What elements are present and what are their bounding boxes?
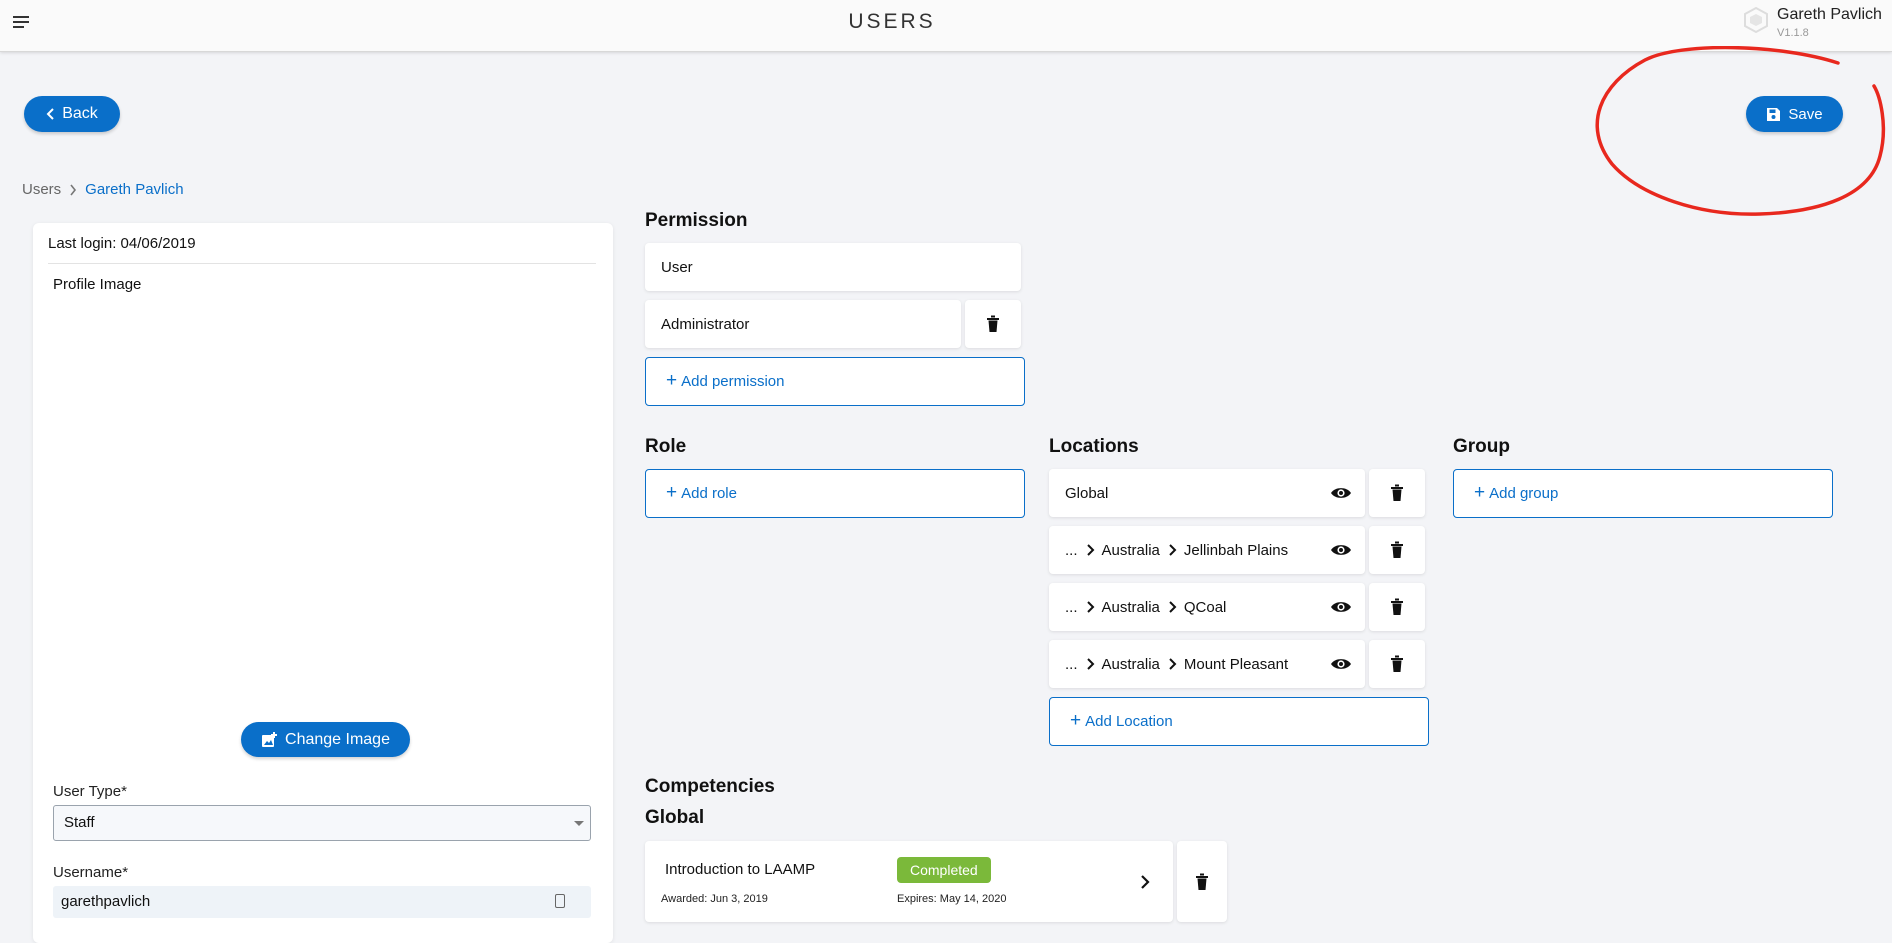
back-button-label: Back <box>62 105 98 122</box>
group-title: Group <box>1453 436 1510 457</box>
change-image-button[interactable]: Change Image <box>241 722 410 757</box>
location-item[interactable]: ... Australia Mount Pleasant <box>1049 640 1365 688</box>
add-role-label: Add role <box>681 485 737 502</box>
eye-icon[interactable] <box>1329 542 1353 558</box>
breadcrumb-users-link[interactable]: Users <box>22 181 61 198</box>
delete-location-button[interactable] <box>1369 469 1425 517</box>
change-image-label: Change Image <box>285 730 390 748</box>
delete-location-button[interactable] <box>1369 640 1425 688</box>
delete-location-button[interactable] <box>1369 583 1425 631</box>
location-path: ... Australia Mount Pleasant <box>1065 656 1329 673</box>
location-item[interactable]: Global <box>1049 469 1365 517</box>
save-icon <box>1767 107 1781 121</box>
app-logo-icon <box>1744 6 1768 34</box>
location-segment: Australia <box>1101 655 1160 673</box>
chevron-right-icon <box>1086 601 1094 613</box>
page-title: USERS <box>848 10 936 33</box>
eye-icon[interactable] <box>1329 485 1353 501</box>
last-login: Last login: 04/06/2019 <box>48 235 196 252</box>
username-value: garethpavlich <box>61 893 151 910</box>
add-permission-button[interactable]: + Add permission <box>645 357 1025 406</box>
add-location-label: Add Location <box>1085 713 1173 730</box>
competency-expires: Expires: May 14, 2020 <box>897 893 1007 905</box>
location-segment: QCoal <box>1183 598 1227 616</box>
annotation-circle <box>1595 46 1886 216</box>
permission-item[interactable]: Administrator <box>645 300 961 348</box>
location-item[interactable]: ... Australia QCoal <box>1049 583 1365 631</box>
location-segment: ... <box>1065 598 1078 616</box>
breadcrumb: Users Gareth Pavlich <box>22 181 184 198</box>
chevron-right-icon <box>1169 544 1177 556</box>
user-type-value: Staff <box>64 814 95 831</box>
plus-icon: + <box>666 482 678 503</box>
username-label: Username* <box>53 864 129 881</box>
location-segment: ... <box>1065 541 1078 559</box>
chevron-right-icon <box>70 184 77 195</box>
competency-name: Introduction to LAAMP <box>665 861 816 878</box>
back-button[interactable]: Back <box>24 96 120 132</box>
eye-icon[interactable] <box>1329 599 1353 615</box>
locations-title: Locations <box>1049 436 1139 457</box>
current-user-name[interactable]: Gareth Pavlich <box>1777 6 1882 24</box>
chevron-right-icon <box>1169 601 1177 613</box>
status-badge: Completed <box>897 857 991 883</box>
plus-icon: + <box>666 370 678 391</box>
location-path: Global <box>1065 485 1329 502</box>
breadcrumb-current[interactable]: Gareth Pavlich <box>85 181 183 198</box>
user-type-select[interactable]: Staff <box>53 805 591 841</box>
save-button[interactable]: Save <box>1746 96 1843 132</box>
location-segment: Global <box>1065 484 1109 502</box>
add-group-button[interactable]: + Add group <box>1453 469 1833 518</box>
location-segment: ... <box>1065 655 1078 673</box>
eye-icon[interactable] <box>1329 656 1353 672</box>
location-path: ... Australia QCoal <box>1065 599 1329 616</box>
plus-icon: + <box>1070 710 1082 731</box>
competencies-subtitle: Global <box>645 807 705 828</box>
permission-title: Permission <box>645 210 748 231</box>
profile-image-label: Profile Image <box>53 276 142 293</box>
role-title: Role <box>645 436 687 457</box>
trash-icon <box>1391 541 1403 558</box>
divider <box>48 263 596 264</box>
competency-card[interactable]: Introduction to LAAMP Awarded: Jun 3, 20… <box>645 841 1173 922</box>
delete-competency-button[interactable] <box>1177 841 1227 922</box>
add-photo-icon <box>262 731 278 747</box>
trash-icon <box>1391 598 1403 615</box>
trash-icon <box>1391 655 1403 672</box>
chevron-left-icon <box>46 108 54 120</box>
permission-item-label: User <box>661 258 693 276</box>
competencies-title: Competencies <box>645 776 775 797</box>
add-role-button[interactable]: + Add role <box>645 469 1025 518</box>
competency-awarded: Awarded: Jun 3, 2019 <box>661 893 768 905</box>
permission-item-label: Administrator <box>661 315 750 333</box>
dropdown-caret-icon <box>574 821 584 826</box>
location-segment: Australia <box>1101 598 1160 616</box>
location-segment: Jellinbah Plains <box>1183 541 1289 559</box>
user-type-label: User Type* <box>53 783 127 800</box>
chevron-right-icon <box>1086 544 1094 556</box>
location-segment: Australia <box>1101 541 1160 559</box>
chevron-right-icon <box>1086 658 1094 670</box>
add-permission-label: Add permission <box>681 373 785 390</box>
location-path: ... Australia Jellinbah Plains <box>1065 542 1329 559</box>
username-input[interactable]: garethpavlich <box>53 886 591 918</box>
save-button-label: Save <box>1788 105 1823 123</box>
add-group-label: Add group <box>1489 485 1559 502</box>
delete-permission-button[interactable] <box>965 300 1021 348</box>
trash-icon <box>1196 873 1208 890</box>
chevron-right-icon <box>1141 875 1150 889</box>
trash-icon <box>1391 484 1403 501</box>
location-item[interactable]: ... Australia Jellinbah Plains <box>1049 526 1365 574</box>
permission-item[interactable]: User <box>645 243 1021 291</box>
plus-icon: + <box>1474 482 1486 503</box>
location-segment: Mount Pleasant <box>1183 655 1289 673</box>
delete-location-button[interactable] <box>1369 526 1425 574</box>
contact-card-icon[interactable] <box>555 894 565 908</box>
add-location-button[interactable]: + Add Location <box>1049 697 1429 746</box>
chevron-right-icon <box>1169 658 1177 670</box>
app-version: V1.1.8 <box>1777 27 1809 39</box>
trash-icon <box>987 315 999 332</box>
